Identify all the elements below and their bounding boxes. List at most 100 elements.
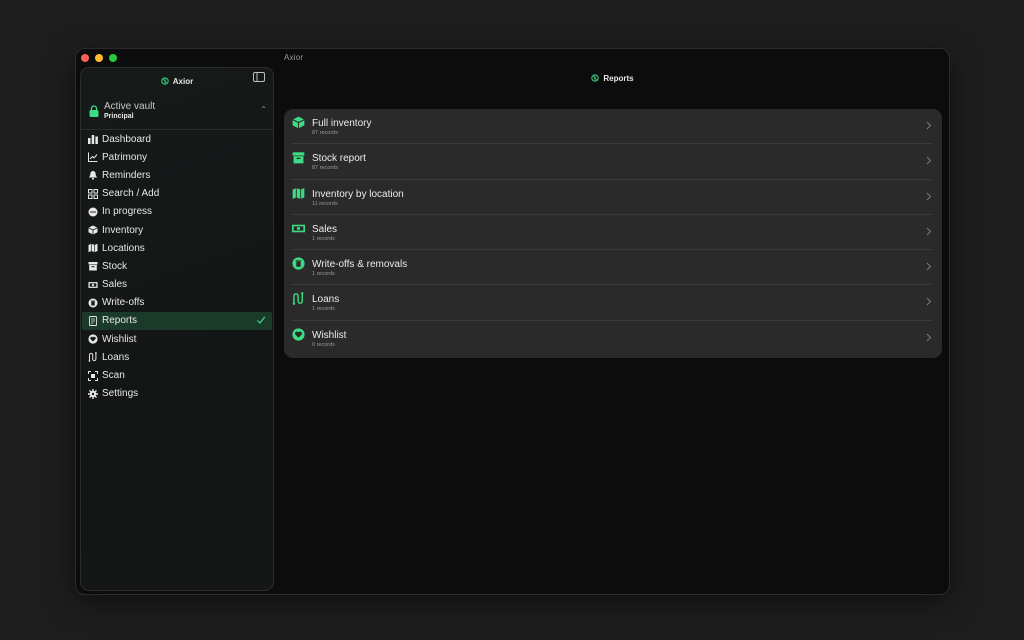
sidebar-item-label: Dashboard [102, 133, 151, 145]
sidebar: Axior Active vault Principal ⌃ Dashboard… [80, 67, 274, 591]
report-count: 1 records [312, 306, 335, 313]
gear-icon [87, 388, 98, 399]
sidebar-app-name: Axior [172, 76, 194, 86]
report-row-sales[interactable]: Sales 1 records [291, 215, 932, 251]
path-icon [88, 352, 97, 363]
sidebar-item-label: Write-offs [102, 297, 145, 309]
sidebar-item-label: Settings [102, 388, 139, 400]
sidebar-item-stock[interactable]: Stock [82, 257, 272, 275]
report-icon [88, 316, 97, 326]
sidebar-item-label: Inventory [102, 224, 144, 236]
chevron-right-icon [926, 121, 932, 130]
reports-list: Full inventory 87 records Stock report 8… [284, 109, 942, 358]
chevron-right-icon [926, 227, 932, 236]
banknote-icon [292, 224, 305, 233]
sidebar-item-locations[interactable]: Locations [82, 239, 272, 257]
report-count: 87 records [312, 130, 338, 136]
chevron-right-icon [926, 333, 932, 342]
sidebar-nav: Dashboard Patrimony Reminders Search / A… [81, 130, 273, 403]
sidebar-item-loans[interactable]: Loans [82, 348, 272, 366]
sidebar-item-label: Locations [102, 242, 145, 254]
report-title: Inventory by location [312, 188, 404, 200]
minimize-window-button[interactable] [95, 54, 103, 62]
report-row-wishlist[interactable]: Wishlist 0 records [291, 321, 932, 356]
app-window: Axior Axior Active vault Principal ⌃ Das… [75, 48, 950, 595]
sidebar-item-label: Stock [102, 260, 128, 272]
sidebar-item-label: Loans [102, 351, 130, 363]
archive-box-icon [88, 262, 97, 271]
report-title: Stock report [312, 153, 366, 165]
sidebar-item-settings[interactable]: Settings [82, 385, 272, 403]
bell-icon [88, 171, 97, 181]
sidebar-item-reminders[interactable]: Reminders [82, 166, 272, 184]
sidebar-item-wishlist[interactable]: Wishlist [82, 330, 272, 348]
sidebar-item-patrimony[interactable]: Patrimony [82, 148, 272, 166]
trash-circle-icon [292, 257, 305, 270]
box-icon [292, 116, 305, 129]
sidebar-item-inventory[interactable]: Inventory [82, 221, 272, 239]
sidebar-item-label: In progress [102, 206, 153, 218]
chevron-right-icon [926, 156, 932, 165]
sidebar-item-dashboard[interactable]: Dashboard [82, 130, 272, 148]
report-count: 1 records [312, 235, 335, 242]
sidebar-item-label: Patrimony [102, 151, 148, 163]
report-title: Write-offs & removals [312, 259, 408, 271]
sidebar-item-in-progress[interactable]: In progress [82, 203, 272, 221]
sidebar-item-sales[interactable]: Sales [82, 276, 272, 294]
sidebar-toggle-icon[interactable] [253, 72, 265, 82]
scan-icon [87, 370, 98, 381]
report-count: 87 records [312, 165, 338, 172]
report-title: Wishlist [312, 329, 347, 341]
trash-circle-icon [88, 298, 97, 308]
archive-box-icon [292, 152, 305, 164]
heart-icon [87, 334, 98, 344]
sidebar-item-write-offs[interactable]: Write-offs [82, 294, 272, 312]
report-title: Full inventory [312, 118, 372, 129]
banknote-icon [87, 281, 98, 288]
report-count: 11 records [312, 200, 338, 207]
sidebar-item-reports[interactable]: Reports [82, 311, 272, 331]
sidebar-item-label: Sales [102, 279, 128, 291]
report-row-full-inventory[interactable]: Full inventory 87 records [291, 109, 932, 145]
sidebar-item-scan[interactable]: Scan [82, 366, 272, 384]
map-icon [88, 244, 97, 253]
chevron-right-icon [926, 192, 932, 200]
window-controls [81, 54, 117, 62]
window-title: Axior [284, 53, 304, 62]
chart-bar-icon [87, 135, 98, 145]
sidebar-item-label: Reports [102, 315, 138, 327]
lock-icon [89, 105, 99, 117]
checkmark-icon [257, 316, 266, 324]
sidebar-header: Axior [81, 74, 273, 88]
sidebar-item-label: Scan [102, 370, 125, 382]
report-title: Sales [312, 223, 338, 235]
reports-logo-icon [591, 74, 600, 82]
vault-name: Principal [104, 113, 134, 120]
path-icon [292, 292, 304, 306]
sidebar-item-label: Reminders [102, 169, 151, 181]
box-icon [87, 225, 98, 235]
page-title-text: Reports [603, 73, 634, 83]
heart-circle-icon [292, 328, 305, 341]
grid-icon [87, 188, 98, 199]
ellipsis-circle-icon [88, 207, 97, 217]
sidebar-item-search-add[interactable]: Search / Add [82, 185, 272, 203]
maximize-window-button[interactable] [109, 54, 117, 62]
map-icon [292, 187, 305, 199]
report-row-inventory-by-location[interactable]: Inventory by location 11 records [291, 180, 932, 215]
report-title: Loans [312, 294, 340, 306]
chevron-right-icon [926, 262, 932, 271]
close-window-button[interactable] [81, 54, 89, 62]
sidebar-item-label: Wishlist [102, 333, 137, 345]
trend-chart-icon [87, 152, 97, 163]
vault-selector[interactable]: Active vault Principal ⌃ [89, 99, 269, 129]
vault-title: Active vault [104, 101, 156, 112]
report-row-write-offs[interactable]: Write-offs & removals 1 records [291, 250, 932, 286]
report-row-stock-report[interactable]: Stock report 87 records [291, 144, 932, 180]
app-logo-icon [161, 77, 169, 85]
page-title: Reports [276, 71, 949, 85]
report-count: 0 records [312, 341, 335, 348]
chevron-right-icon [926, 298, 932, 306]
chevron-updown-icon: ⌃ [260, 105, 267, 114]
report-row-loans[interactable]: Loans 1 records [291, 285, 932, 321]
